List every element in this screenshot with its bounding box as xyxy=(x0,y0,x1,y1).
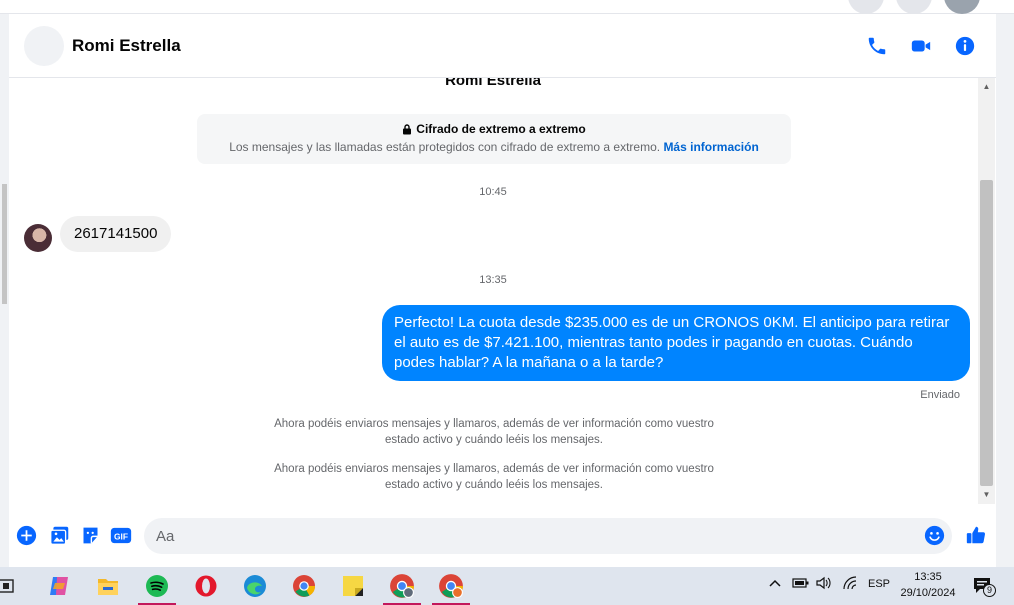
gif-icon[interactable]: GIF xyxy=(110,524,132,546)
file-explorer-icon[interactable] xyxy=(94,572,122,600)
chevron-up-icon[interactable] xyxy=(768,576,782,593)
system-notice: Ahora podéis enviaros mensajes y llamaro… xyxy=(274,463,714,491)
clock-date: 29/10/2024 xyxy=(900,587,956,599)
like-icon[interactable] xyxy=(964,524,988,546)
outgoing-message[interactable]: Perfecto! La cuota desde $235.000 es de … xyxy=(382,305,970,381)
sticker-icon[interactable] xyxy=(79,524,101,546)
language-indicator[interactable]: ESP xyxy=(868,578,890,590)
chat-header: Romi Estrella xyxy=(9,14,996,78)
more-actions-icon[interactable] xyxy=(15,524,37,546)
voice-call-icon[interactable] xyxy=(865,34,889,58)
right-panel-edge xyxy=(996,14,1014,567)
contact-name[interactable]: Romi Estrella xyxy=(72,36,181,56)
chrome-profile-icon[interactable] xyxy=(383,572,421,605)
message-input[interactable] xyxy=(144,518,952,554)
battery-icon[interactable] xyxy=(792,576,810,593)
speaker-icon[interactable] xyxy=(816,576,832,593)
sticky-notes-icon[interactable] xyxy=(339,572,367,600)
attach-image-icon[interactable] xyxy=(48,524,70,546)
encryption-title: Cifrado de extremo a extremo xyxy=(416,122,586,136)
svg-text:GIF: GIF xyxy=(114,531,128,541)
video-call-icon[interactable] xyxy=(909,34,933,58)
spotify-icon[interactable] xyxy=(138,572,176,605)
system-clock[interactable]: 13:35 29/10/2024 xyxy=(888,569,968,601)
timestamp: 10:45 xyxy=(479,186,507,198)
lock-icon xyxy=(403,123,412,134)
emoji-icon[interactable] xyxy=(923,524,945,546)
encryption-text: Los mensajes y las llamadas están proteg… xyxy=(229,140,661,154)
system-notice: Ahora podéis enviaros mensajes y llamaro… xyxy=(274,418,714,446)
notification-icon[interactable]: 9 xyxy=(972,575,996,600)
left-panel-edge xyxy=(0,14,9,567)
chrome-icon[interactable] xyxy=(290,572,318,600)
incoming-message[interactable]: 2617141500 xyxy=(60,216,172,252)
wifi-icon[interactable] xyxy=(842,576,858,593)
sender-avatar[interactable] xyxy=(24,224,52,252)
window-top-strip xyxy=(0,0,1014,14)
info-icon[interactable] xyxy=(953,34,977,58)
notification-count: 9 xyxy=(983,584,996,597)
clock-time: 13:35 xyxy=(914,571,942,583)
scroll-up-icon[interactable]: ▲ xyxy=(978,80,995,94)
scrollbar-thumb[interactable] xyxy=(980,180,993,486)
left-scrollbar-thumb[interactable] xyxy=(2,184,7,304)
task-view-icon[interactable] xyxy=(0,572,20,600)
more-info-link[interactable]: Más información xyxy=(663,140,758,154)
timestamp: 13:35 xyxy=(479,274,507,286)
encryption-notice: Cifrado de extremo a extremo Los mensaje… xyxy=(197,114,791,164)
message-scrollbar[interactable]: ▲ ▼ xyxy=(978,78,995,504)
opera-icon[interactable] xyxy=(192,572,220,600)
edge-icon[interactable] xyxy=(241,572,269,600)
chat-window: Romi Estrella Romi Estrella Cifrado de e… xyxy=(9,14,996,567)
top-menu-icon[interactable] xyxy=(896,0,932,14)
conversation-title: Romi Estrella xyxy=(445,78,541,89)
message-status: Enviado xyxy=(920,389,960,401)
copilot-icon[interactable] xyxy=(45,572,73,600)
top-avatar-icon[interactable] xyxy=(848,0,884,14)
message-composer: GIF xyxy=(9,508,996,567)
taskbar: ESP 13:35 29/10/2024 9 xyxy=(0,567,1014,605)
contact-avatar[interactable] xyxy=(24,26,64,66)
chrome-profile-icon[interactable] xyxy=(432,572,470,605)
message-list: Romi Estrella Cifrado de extremo a extre… xyxy=(9,78,996,508)
top-profile-icon[interactable] xyxy=(944,0,980,14)
scroll-down-icon[interactable]: ▼ xyxy=(978,488,995,502)
